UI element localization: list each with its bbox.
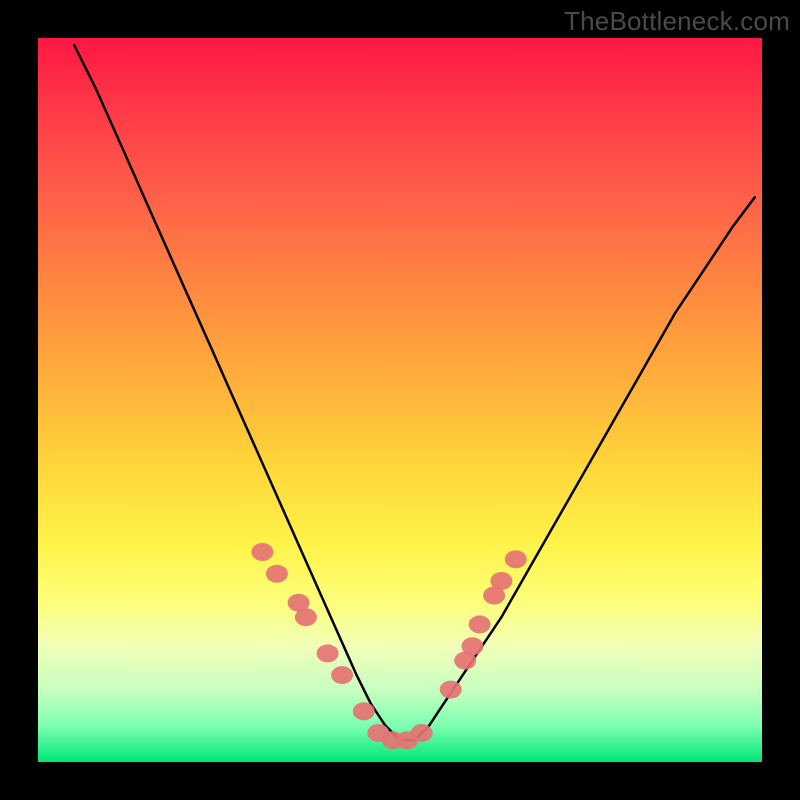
highlight-marker <box>353 702 375 720</box>
highlight-marker <box>469 615 491 633</box>
highlight-marker <box>411 724 433 742</box>
curve-svg <box>38 38 762 762</box>
marker-layer <box>251 543 526 749</box>
highlight-marker <box>461 637 483 655</box>
highlight-marker <box>317 644 339 662</box>
highlight-marker <box>331 666 353 684</box>
highlight-marker <box>266 565 288 583</box>
curve-layer <box>74 45 755 740</box>
highlight-marker <box>440 681 462 699</box>
highlight-marker <box>251 543 273 561</box>
bottleneck-curve <box>74 45 755 740</box>
highlight-marker <box>295 608 317 626</box>
highlight-marker <box>490 572 512 590</box>
highlight-marker <box>505 550 527 568</box>
watermark-text: TheBottleneck.com <box>564 6 790 37</box>
plot-gradient-area <box>38 38 762 762</box>
chart-frame: TheBottleneck.com <box>0 0 800 800</box>
